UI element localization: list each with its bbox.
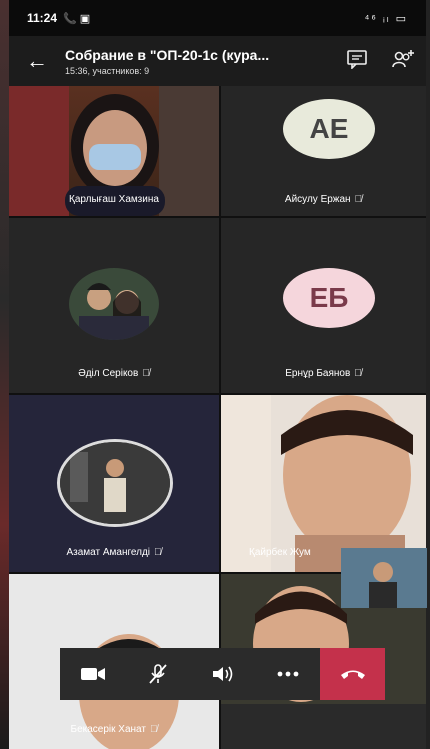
status-time: 11:24 (27, 11, 58, 25)
chat-button[interactable] (334, 49, 380, 74)
status-bar: 11:24 📞 ▣ ⁴⁶ ᵢₗ ▭ (9, 0, 426, 36)
participant-name: Азамат Амангелді (66, 547, 151, 558)
avatar: АЕ (283, 99, 375, 159)
status-left-icons: 📞 ▣ (63, 12, 91, 25)
participant-name-row: Бекасерік Ханат 🎙̸ (9, 724, 219, 735)
participant-photo-image (79, 283, 149, 340)
participant-name: Ернұр Баянов (285, 368, 351, 379)
participant-name-row: Азамат Амангелді 🎙̸ (9, 547, 219, 558)
participant-name-row: Ернұр Баянов 🎙̸ (221, 368, 426, 379)
meeting-header: ← Собрание в "ОП-20-1с (кура... 15:36, у… (9, 36, 426, 86)
participant-name: Бекасерік Ханат (70, 724, 146, 735)
arrow-left-icon: ← (26, 48, 48, 73)
mic-off-icon: 🎙̸ (154, 547, 162, 558)
participant-name: Қарлығаш Хамзина (69, 194, 159, 205)
mic-off-icon: 🎙̸ (354, 368, 362, 379)
mic-off-icon (148, 664, 167, 684)
mic-off-icon: 🎙̸ (354, 194, 363, 205)
mic-off-icon: 🎙̸ (142, 368, 150, 379)
camera-icon (80, 668, 105, 680)
participants-button[interactable] (380, 49, 426, 74)
participant-name: Айсулу Ержан (284, 194, 351, 205)
left-edge (0, 0, 9, 749)
participant-tile[interactable]: ЕБ Ернұр Баянов 🎙̸ (221, 218, 426, 393)
participant-tile[interactable]: Әділ Серіков 🎙̸ (9, 218, 219, 393)
more-icon (277, 671, 298, 677)
teams-meeting-screen: 11:24 📞 ▣ ⁴⁶ ᵢₗ ▭ ← Собрание в "ОП-20-1с… (0, 0, 430, 749)
participant-name-row: Айсулу Ержан 🎙̸ (221, 194, 426, 205)
right-edge (426, 0, 430, 749)
hangup-button[interactable] (320, 648, 385, 700)
meeting-subtitle: 15:36, участников: 9 (65, 65, 150, 76)
avatar: ЕБ (283, 268, 375, 328)
participant-tile[interactable]: АЕ Айсулу Ержан 🎙̸ (221, 86, 426, 216)
participant-name: Әділ Серіков (78, 368, 139, 379)
meeting-title: Собрание в "ОП-20-1с (кура... (65, 46, 270, 63)
participant-video (221, 395, 413, 572)
self-view-preview[interactable] (341, 548, 427, 608)
mic-button[interactable] (125, 648, 190, 700)
hangup-icon (340, 670, 365, 679)
speaker-icon (212, 666, 232, 682)
participant-photo (69, 268, 159, 340)
back-button[interactable]: ← (9, 48, 65, 74)
participant-tile[interactable]: Қарлығаш Хамзина (9, 86, 219, 216)
mic-off-icon: 🎙̸ (149, 724, 158, 735)
participant-photo (57, 439, 173, 527)
speaker-button[interactable] (190, 648, 255, 700)
camera-button[interactable] (60, 648, 125, 700)
more-button[interactable] (255, 648, 320, 700)
status-right-icons: ⁴⁶ ᵢₗ ▭ (364, 12, 408, 25)
participant-tile[interactable]: Азамат Амангелді 🎙̸ (9, 395, 219, 572)
chat-icon (347, 49, 367, 70)
self-view-image (341, 548, 427, 608)
header-titles: Собрание в "ОП-20-1с (кура... 15:36, уча… (65, 47, 334, 76)
participant-photo-image (60, 442, 170, 524)
call-controls-bar (60, 648, 385, 700)
participant-name-row: Әділ Серіков 🎙̸ (9, 368, 219, 379)
add-people-icon (392, 49, 414, 67)
participant-tile[interactable]: Қайрбек Жум (221, 395, 426, 572)
